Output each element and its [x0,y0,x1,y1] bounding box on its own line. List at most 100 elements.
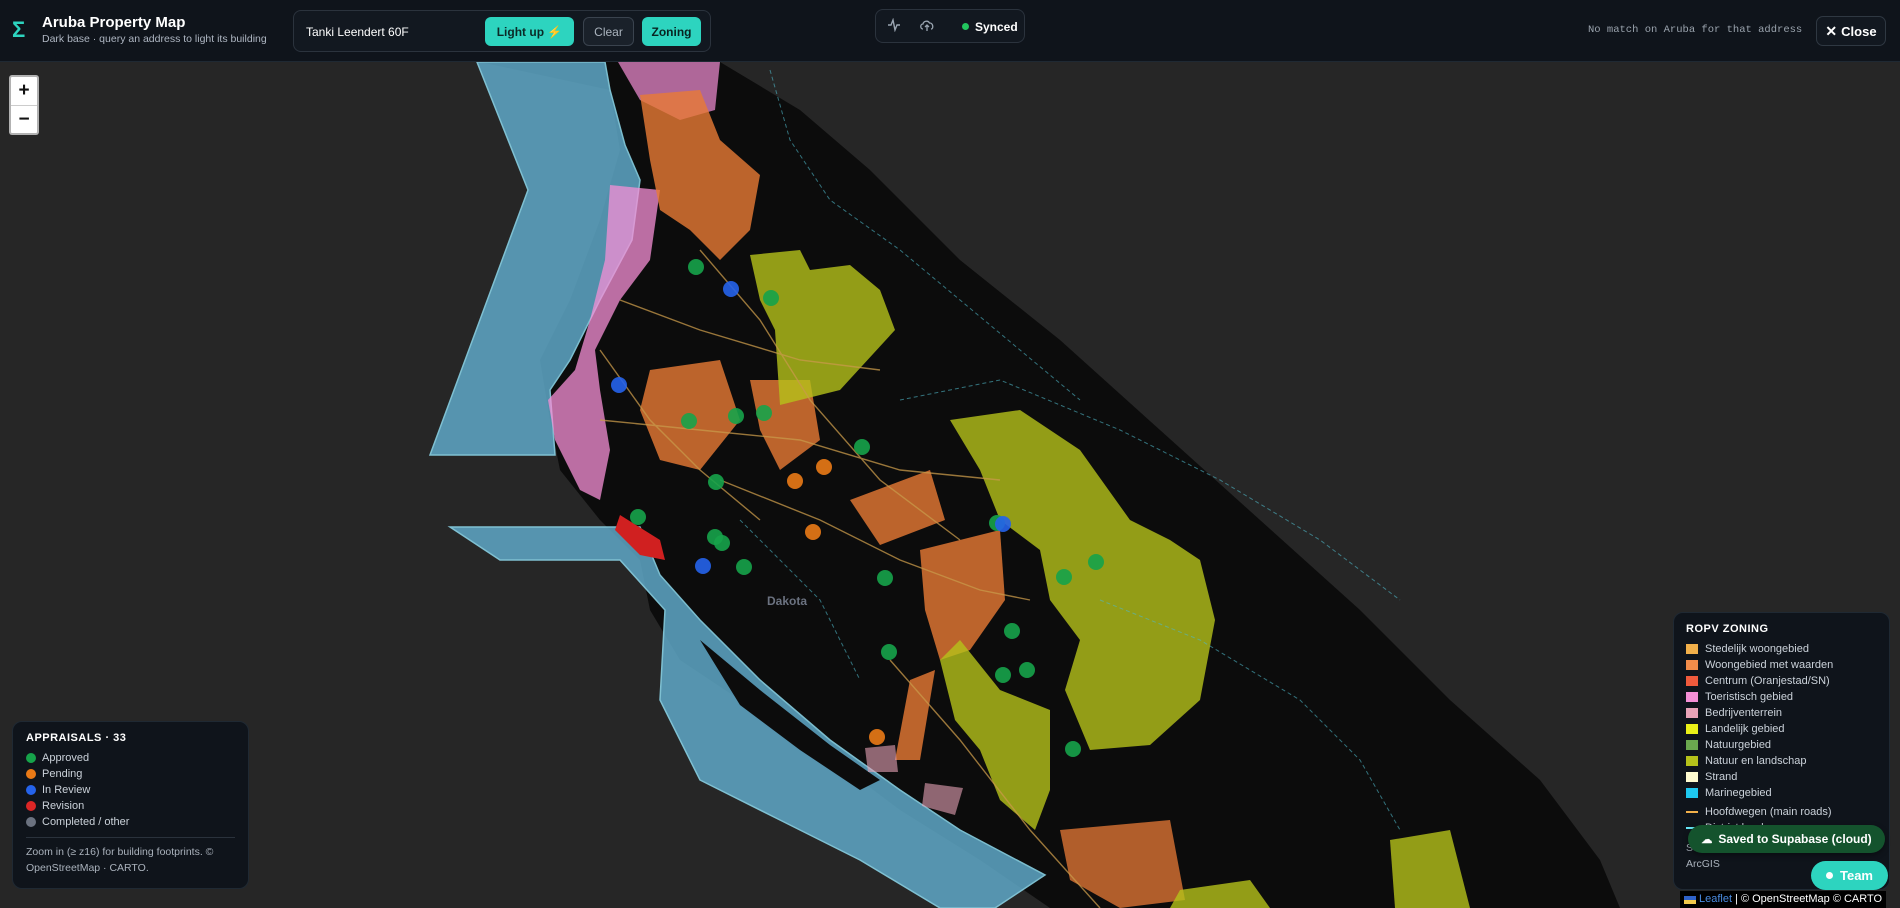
map-attribution: Leaflet | © OpenStreetMap © CARTO [1680,891,1887,908]
divider [26,837,235,838]
swatch-icon [1686,756,1698,766]
zoning-label: Landelijk gebied [1705,723,1785,735]
zoning-label: Centrum (Oranjestad/SN) [1705,675,1830,687]
appraisals-legend: APPRAISALS · 33 Approved Pending In Revi… [12,721,249,889]
zoning-label: Toeristisch gebied [1705,691,1794,703]
legend-item-completed: Completed / other [26,814,235,830]
presence-dot-icon [1826,872,1833,879]
legend-item-pending: Pending [26,766,235,782]
swatch-icon [1686,740,1698,750]
brand: Σ Aruba Property Map Dark base · query a… [12,14,267,46]
zoning-item: Centrum (Oranjestad/SN) [1686,673,1877,689]
marker-in-review [611,377,627,393]
appraisals-legend-title: APPRAISALS · 33 [26,732,127,744]
zoning-label: Natuurgebied [1705,739,1772,751]
activity-icon[interactable] [886,17,902,34]
marker-approved [736,559,752,575]
marker-approved [877,570,893,586]
zoning-toggle-button[interactable]: Zoning [642,17,701,46]
save-toast: ☁ Saved to Supabase (cloud) [1688,825,1885,853]
swatch-icon [1686,692,1698,702]
legend-label: Approved [42,752,90,764]
map-place-label: Dakota [767,594,808,608]
legend-label: Completed / other [42,816,130,828]
app-title: Aruba Property Map [42,14,186,31]
zoning-legend-title: ROPV ZONING [1686,623,1769,635]
approved-dot-icon [26,753,36,763]
zoom-note-line2: OpenStreetMap · CARTO. [26,862,149,874]
zoning-label: Marinegebied [1705,787,1772,799]
zoom-control: + − [9,75,39,135]
zoning-item: Strand [1686,769,1877,785]
completed-dot-icon [26,817,36,827]
legend-label: Revision [42,800,85,812]
map-svg[interactable] [0,0,1900,908]
zoning-item: Bedrijventerrein [1686,705,1877,721]
top-bar: Σ Aruba Property Map Dark base · query a… [0,0,1900,62]
marker-pending [869,729,885,745]
marker-approved [688,259,704,275]
zoning-label: Bedrijventerrein [1705,707,1783,719]
zoning-item: Landelijk gebied [1686,721,1877,737]
swatch-icon [1686,660,1698,670]
zoom-note-line1: Zoom in (≥ z16) for building footprints.… [26,846,214,858]
legend-item-revision: Revision [26,798,235,814]
clear-button[interactable]: Clear [583,17,634,46]
zoning-item: Natuurgebied [1686,737,1877,753]
marker-in-review [995,516,1011,532]
zoning-label: Strand [1705,771,1738,783]
swatch-icon [1686,644,1698,654]
zoning-item: Stedelijk woongebied [1686,641,1877,657]
cloud-upload-icon[interactable] [919,18,935,34]
light-up-button[interactable]: Light up ⚡ [485,17,574,46]
swatch-icon [1686,676,1698,686]
sync-status-label: Synced [975,20,1018,34]
zone-industrial-1 [865,745,898,772]
sync-status-dot [962,23,969,30]
legend-item-approved: Approved [26,750,235,766]
in-review-dot-icon [26,785,36,795]
marker-in-review [723,281,739,297]
leaflet-link[interactable]: Leaflet [1699,891,1732,908]
marker-pending [787,473,803,489]
marker-approved [756,405,772,421]
marker-approved [854,439,870,455]
marker-pending [816,459,832,475]
revision-dot-icon [26,801,36,811]
swatch-icon [1686,724,1698,734]
zoom-out-button[interactable]: − [11,106,37,134]
address-input[interactable] [304,19,468,45]
swatch-icon [1686,772,1698,782]
marker-approved [708,474,724,490]
zoning-item: Woongebied met waarden [1686,657,1877,673]
toast-label: Saved to Supabase (cloud) [1718,832,1872,846]
marker-approved [1056,569,1072,585]
close-button[interactable]: ✕ Close [1816,16,1886,46]
marker-approved [763,290,779,306]
zoning-label: Hoofdwegen (main roads) [1705,806,1832,818]
pending-dot-icon [26,769,36,779]
marker-approved [728,408,744,424]
zoning-item: Toeristisch gebied [1686,689,1877,705]
zoning-item: Natuur en landschap [1686,753,1877,769]
marker-approved [681,413,697,429]
marker-approved [1088,554,1104,570]
legend-label: Pending [42,768,83,780]
app-subtitle: Dark base · query an address to light it… [42,33,267,45]
legend-item-in-review: In Review [26,782,235,798]
swatch-icon [1686,708,1698,718]
sync-status-group: Synced [875,9,1025,43]
marker-pending [805,524,821,540]
sigma-logo-icon: Σ [12,17,26,42]
zoom-in-button[interactable]: + [11,77,37,106]
team-label: Team [1840,868,1873,883]
close-label: Close [1841,23,1877,39]
map-canvas[interactable]: Dakota [0,0,1900,908]
attribution-text: | © OpenStreetMap © CARTO [1735,893,1883,905]
marker-approved [630,509,646,525]
search-result-message: No match on Aruba for that address [1588,24,1803,36]
legend-label: In Review [42,784,91,796]
marker-in-review [695,558,711,574]
zoning-label: Stedelijk woongebied [1705,643,1809,655]
team-button[interactable]: Team [1811,861,1888,890]
